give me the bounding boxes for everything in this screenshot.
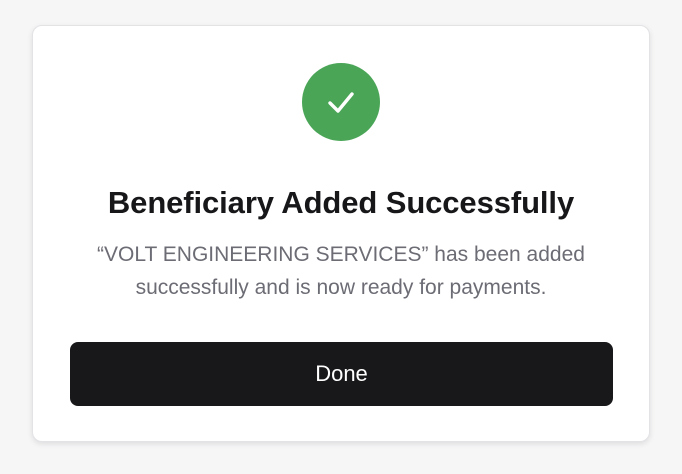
checkmark-icon xyxy=(328,92,354,113)
dialog-message: “VOLT ENGINEERING SERVICES” has been add… xyxy=(97,243,585,299)
dialog-title: Beneficiary Added Successfully xyxy=(107,185,575,220)
success-badge xyxy=(302,63,380,141)
success-dialog: Beneficiary Added Successfully “VOLT ENG… xyxy=(32,25,650,442)
done-button[interactable]: Done xyxy=(70,342,613,406)
